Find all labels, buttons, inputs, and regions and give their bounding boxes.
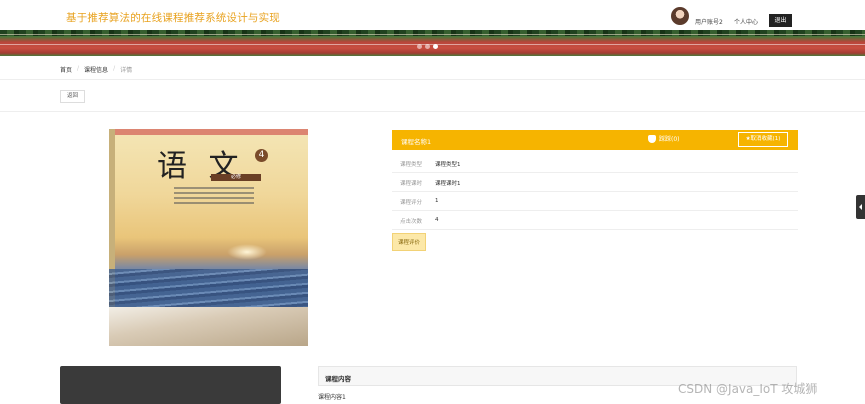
banner-track-line [0, 34, 865, 35]
favorite-button[interactable]: ★取消收藏(1) [738, 132, 788, 147]
field-label: 课程类型 [400, 162, 423, 168]
avatar[interactable] [671, 7, 689, 25]
field-label: 课程课时 [400, 181, 423, 187]
site-title[interactable]: 基于推荐算法的在线课程推荐系统设计与实现 [66, 10, 280, 25]
info-row-score: 课程评分 1 [392, 192, 798, 211]
breadcrumb-section[interactable]: 课程信息 [84, 65, 108, 74]
dislike-button[interactable]: 踩踩(0) [648, 134, 680, 143]
field-label: 课程评分 [400, 200, 423, 206]
field-value: 4 [435, 217, 439, 223]
back-bar: 返回 [0, 80, 865, 112]
banner-treeline [0, 30, 865, 36]
breadcrumb-bar: 首页 / 课程信息 / 详情 [0, 58, 865, 80]
breadcrumb-separator: / [77, 65, 80, 72]
breadcrumb-current: 详情 [120, 67, 133, 74]
info-row-hours: 课程课时 课程课时1 [392, 173, 798, 192]
breadcrumb: 首页 / 课程信息 / 详情 [60, 65, 132, 74]
field-value: 课程类型1 [435, 162, 461, 168]
info-row-type: 课程类型 课程类型1 [392, 154, 798, 173]
cover-shore [109, 307, 308, 346]
page: 基于推荐算法的在线课程推荐系统设计与实现 用户账号2 个人中心 退出 首页 / … [0, 0, 865, 404]
field-value: 课程课时1 [435, 181, 461, 187]
cover-volume-label: 必修 [211, 174, 261, 181]
side-toggle-tab[interactable] [856, 195, 865, 219]
cover-publisher-lines [174, 187, 254, 207]
header-banner: 基于推荐算法的在线课程推荐系统设计与实现 用户账号2 个人中心 退出 [0, 0, 865, 56]
rate-course-button[interactable]: 课程评价 [392, 233, 426, 251]
field-label: 点击次数 [400, 219, 423, 225]
dislike-label: 踩踩(0) [659, 136, 680, 143]
cover-sea [109, 269, 308, 309]
personal-center-link[interactable]: 个人中心 [734, 17, 758, 26]
course-content-heading: 课程内容 [325, 375, 351, 383]
course-cover-image: 语 文 4 必修 [109, 129, 308, 346]
carousel-dot-active[interactable] [433, 44, 438, 49]
thumbs-down-icon [648, 134, 656, 143]
info-row-clicks: 点击次数 4 [392, 211, 798, 230]
carousel-dots [417, 44, 438, 49]
field-value: 1 [435, 198, 439, 204]
cover-sun [227, 244, 267, 260]
breadcrumb-separator: / [113, 65, 116, 72]
breadcrumb-home[interactable]: 首页 [60, 65, 72, 74]
course-name: 课程名称1 [401, 138, 432, 146]
watermark: CSDN @Java_IoT 攻城狮 [678, 382, 818, 396]
cover-top-strip [109, 129, 308, 135]
logout-button[interactable]: 退出 [769, 14, 792, 27]
user-account-link[interactable]: 用户账号2 [695, 17, 723, 26]
back-button[interactable]: 返回 [60, 90, 85, 103]
carousel-dot[interactable] [425, 44, 430, 49]
course-content-text: 课程内容1 [318, 394, 346, 401]
carousel-dot[interactable] [417, 44, 422, 49]
cover-volume-number: 4 [255, 149, 268, 162]
sidebar-panel [60, 366, 281, 404]
